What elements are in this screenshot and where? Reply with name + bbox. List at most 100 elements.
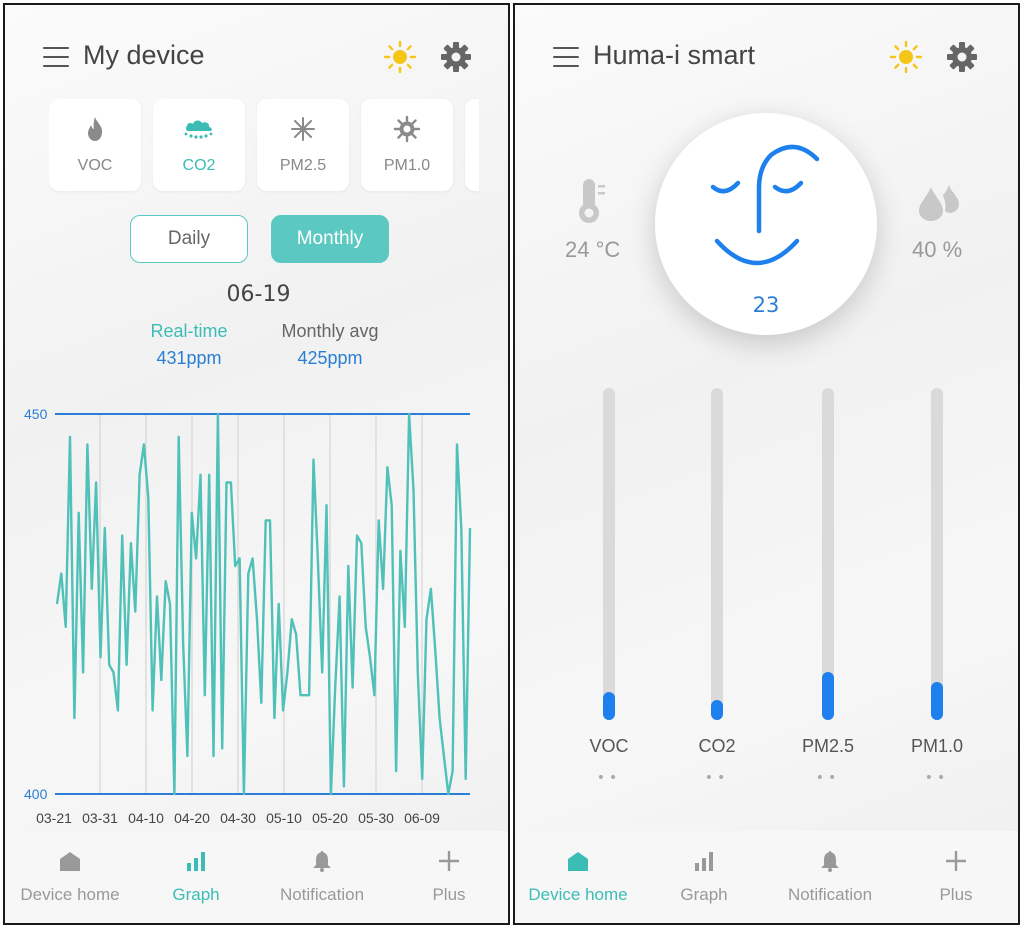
top-bar: Huma-i smart [515, 35, 1018, 85]
gauge-co2[interactable]: CO2 •• [663, 388, 773, 798]
gauge-voc[interactable]: VOC •• [555, 388, 665, 798]
sun-gear-icon [393, 115, 421, 143]
x-tick-label: 05-30 [358, 810, 394, 826]
realtime-value: 431ppm [156, 348, 222, 368]
humidity-value: 40 % [912, 237, 963, 262]
x-tick-label: 04-10 [128, 810, 164, 826]
nav-label: Plus [432, 885, 466, 904]
x-tick-label: 03-31 [82, 810, 118, 826]
cloud-drops-icon [184, 120, 213, 139]
sensor-card-label: PM1.0 [383, 157, 431, 174]
sensor-card-label: VOC [77, 157, 113, 174]
nav-label: Graph [680, 885, 728, 904]
x-tick-label: 04-30 [220, 810, 256, 826]
gauge-track [711, 388, 723, 720]
sensor-card-voc[interactable]: VOC [49, 99, 141, 191]
gauge-track [931, 388, 943, 720]
sensor-card-pm10[interactable]: PM1.0 [361, 99, 453, 191]
daily-toggle-button[interactable]: Daily [130, 215, 248, 263]
settings-gear-icon[interactable] [439, 40, 473, 74]
page-title: Huma-i smart [593, 40, 756, 70]
page-title: My device [83, 40, 205, 70]
nav-label: Notification [279, 885, 365, 904]
y-tick-label: 400 [24, 786, 48, 802]
gauge-status-dots: •• [704, 770, 730, 786]
gauge-label: VOC [589, 736, 629, 756]
nav-label: Device home [528, 885, 628, 904]
gauge-track [603, 388, 615, 720]
gauge-pm10[interactable]: PM1.0 •• [883, 388, 993, 798]
snowflake-icon [291, 117, 315, 141]
gauge-label: PM1.0 [910, 736, 964, 756]
x-tick-label: 03-21 [36, 810, 72, 826]
monthly-avg-value: 425ppm [297, 348, 363, 368]
nav-plus[interactable]: Plus [893, 849, 1018, 905]
top-bar: My device [5, 35, 508, 85]
device-graph-screen: My device VOC CO2 PM2.5 PM1.0 Daily Mont… [3, 3, 510, 925]
nav-label: Device home [20, 885, 120, 904]
realtime-label: Real-time [150, 321, 228, 341]
gauge-status-dots: •• [815, 770, 841, 786]
gauge-fill [603, 691, 615, 720]
bar-chart-icon [695, 852, 713, 871]
gauge-pm25[interactable]: PM2.5 •• [774, 388, 884, 798]
thermometer-icon [579, 179, 605, 223]
bell-icon [821, 851, 839, 872]
plus-icon [946, 851, 966, 871]
nav-label: Plus [939, 885, 973, 904]
sensor-card-pm25[interactable]: PM2.5 [257, 99, 349, 191]
sensor-card-label: PM2.5 [279, 157, 327, 174]
sensor-card-co2[interactable]: CO2 [153, 99, 245, 191]
gauge-status-dots: •• [596, 770, 622, 786]
monthly-avg-label: Monthly avg [281, 321, 379, 341]
gauge-fill [931, 681, 943, 720]
nav-graph[interactable]: Graph [133, 849, 259, 905]
air-quality-face-dial[interactable]: 23 [655, 113, 877, 335]
bottom-navigation: Device home Graph Notification Plus [515, 831, 1018, 923]
bell-icon [313, 851, 331, 872]
temperature-value: 24 °C [565, 237, 621, 262]
x-tick-label: 04-20 [174, 810, 210, 826]
nav-notification[interactable]: Notification [767, 849, 893, 905]
menu-icon[interactable] [43, 47, 69, 69]
sun-icon[interactable] [383, 40, 417, 74]
nav-device-home[interactable]: Device home [7, 849, 133, 905]
co2-series-line [55, 412, 472, 796]
humidity-drops-icon [919, 185, 959, 221]
monthly-avg-stat: Monthly avg 425ppm [250, 321, 410, 369]
monthly-toggle-button[interactable]: Monthly [271, 215, 389, 263]
gauge-track [822, 388, 834, 720]
co2-line-chart[interactable]: 03-21 03-31 04-10 04-20 04-30 05-10 05-20 05-30… [5, 400, 510, 840]
settings-gear-icon[interactable] [945, 40, 979, 74]
smiling-face-icon [710, 144, 820, 266]
nav-plus[interactable]: Plus [386, 849, 508, 905]
plus-icon [439, 851, 459, 871]
device-home-screen: Huma-i smart 24 °C 40 % 23 VOC •• CO2 ••… [513, 3, 1020, 925]
sun-icon[interactable] [889, 40, 923, 74]
gauge-label: CO2 [698, 736, 736, 756]
nav-label: Notification [787, 885, 873, 904]
x-tick-label: 05-20 [312, 810, 348, 826]
menu-icon[interactable] [553, 47, 579, 69]
sensor-card-label: CO2 [182, 157, 216, 174]
sensor-card-more[interactable] [465, 99, 479, 191]
bottom-navigation: Device home Graph Notification Plus [5, 831, 508, 923]
gauge-label: PM2.5 [801, 736, 855, 756]
gauge-fill [822, 671, 834, 720]
nav-label: Graph [172, 885, 220, 904]
y-tick-label: 450 [24, 406, 48, 422]
x-tick-label: 06-09 [404, 810, 440, 826]
gauge-fill [711, 700, 723, 720]
bar-chart-icon [187, 852, 205, 871]
nav-graph[interactable]: Graph [641, 849, 767, 905]
selected-date: 06-19 [226, 282, 291, 307]
home-icon [568, 852, 588, 871]
nav-notification[interactable]: Notification [259, 849, 385, 905]
x-tick-label: 05-10 [266, 810, 302, 826]
home-icon [60, 852, 80, 871]
nav-device-home[interactable]: Device home [515, 849, 641, 905]
gauge-status-dots: •• [924, 770, 950, 786]
flame-icon [87, 117, 103, 141]
sensor-selector: VOC CO2 PM2.5 PM1.0 [49, 99, 479, 193]
realtime-stat: Real-time 431ppm [109, 321, 269, 369]
